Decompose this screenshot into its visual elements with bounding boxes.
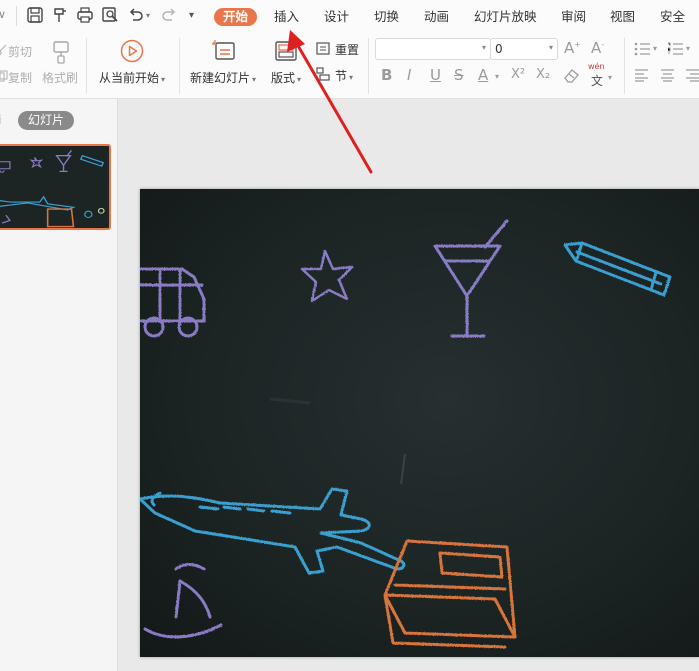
numbered-list-icon[interactable] [667, 42, 683, 59]
slide-canvas[interactable] [140, 189, 699, 657]
redo-icon[interactable] [160, 6, 178, 24]
align-right-icon[interactable] [686, 69, 699, 85]
play-icon[interactable] [120, 39, 144, 66]
divider [624, 38, 625, 94]
font-size-value: 0 [495, 42, 503, 56]
format-painter-button[interactable]: 格式刷 [42, 69, 78, 86]
print-icon[interactable] [76, 6, 94, 24]
tab-transitions[interactable]: 切换 [374, 8, 399, 26]
superscript-button[interactable]: X² [511, 67, 525, 82]
italic-button[interactable]: I [407, 66, 411, 84]
tab-design[interactable]: 设计 [324, 8, 349, 26]
underline-button[interactable]: U [430, 66, 441, 84]
divider [368, 38, 369, 94]
tab-view[interactable]: 视图 [610, 8, 635, 26]
decrease-font-icon[interactable]: A- [591, 39, 604, 57]
slides-tab[interactable]: 幻灯片 [18, 111, 75, 130]
bullet-list-icon[interactable] [634, 42, 650, 59]
chevron-down-icon: ▾ [349, 73, 354, 82]
divider [86, 38, 87, 94]
cut-button[interactable]: 剪切 [8, 43, 32, 60]
pinyin-guide-label: wén [588, 62, 605, 71]
slide-thumbnail[interactable] [0, 144, 111, 230]
truck-drawing [140, 267, 206, 338]
layout-button[interactable]: 版式 ▾ [271, 69, 301, 86]
format-painter-icon[interactable] [51, 6, 69, 24]
pencil-drawing [563, 241, 672, 297]
cut-icon[interactable] [0, 44, 8, 59]
menu-bar: ∨ ▾ ▾ 开始 插入 设计 切换 动画 幻灯片放映 审阅 视图 安全 [0, 0, 699, 34]
tab-insert[interactable]: 插入 [274, 8, 299, 26]
new-slide-icon[interactable] [211, 39, 237, 66]
chevron-icon[interactable]: ∨ [0, 8, 16, 26]
align-center-icon[interactable] [660, 69, 675, 85]
chevron-down-icon[interactable]: ▾ [686, 44, 690, 53]
chevron-down-icon: ▾ [297, 75, 302, 84]
play-from-current-button[interactable]: 从当前开始 ▾ [99, 69, 165, 86]
tab-slideshow[interactable]: 幻灯片放映 [474, 8, 537, 26]
tab-security[interactable]: 安全 [660, 8, 685, 26]
subscript-button[interactable]: X₂ [536, 67, 550, 82]
undo-dropdown-icon[interactable]: ▾ [146, 11, 150, 20]
book-drawing [383, 539, 517, 649]
layout-label: 版式 [271, 71, 296, 85]
font-name-select[interactable]: ▾ [375, 38, 491, 60]
divider [16, 6, 17, 26]
new-slide-button[interactable]: 新建幻灯片 ▾ [190, 69, 256, 86]
ribbon-toolbar: 剪切 复制 格式刷 从当前开始 ▾ 新建幻灯片 ▾ 版式 ▾ 重置 节 ▾ ▾ 0 ▾ … [0, 34, 699, 99]
chevron-down-icon[interactable]: ▾ [608, 73, 612, 82]
slide-thumbnail-drawing [0, 146, 109, 228]
tab-home[interactable]: 开始 [214, 8, 258, 26]
format-brush-icon[interactable] [50, 40, 72, 67]
star-drawing [300, 249, 354, 303]
font-size-select[interactable]: 0 ▾ [490, 38, 558, 60]
tab-animations[interactable]: 动画 [424, 8, 449, 26]
outline-tab[interactable]: i [0, 113, 1, 127]
copy-button[interactable]: 复制 [8, 69, 32, 86]
increase-font-icon[interactable]: A+ [564, 39, 581, 57]
chevron-down-icon[interactable]: ▾ [653, 44, 657, 53]
font-color-button[interactable]: A [478, 66, 488, 84]
airplane-drawing [140, 487, 406, 575]
save-icon[interactable] [26, 6, 44, 24]
reset-icon[interactable] [316, 41, 330, 58]
strikethrough-button[interactable]: S [454, 66, 464, 84]
chevron-down-icon[interactable]: ▾ [495, 72, 499, 81]
section-label: 节 [335, 69, 348, 83]
chalkboard-drawing [140, 219, 672, 649]
customize-icon[interactable]: ▾ [189, 10, 194, 21]
copy-icon[interactable] [0, 70, 8, 85]
chevron-down-icon: ▾ [481, 43, 486, 52]
tab-review[interactable]: 审阅 [561, 8, 586, 26]
chevron-down-icon: ▾ [252, 75, 257, 84]
divider [179, 38, 180, 94]
eraser-icon[interactable] [563, 68, 580, 86]
reset-button[interactable]: 重置 [335, 41, 359, 58]
align-left-icon[interactable] [634, 69, 649, 85]
chevron-down-icon: ▾ [548, 43, 553, 52]
sailboat-drawing [143, 563, 223, 639]
layout-icon[interactable] [274, 39, 298, 66]
bold-button[interactable]: B [381, 66, 392, 84]
undo-icon[interactable] [127, 6, 145, 24]
play-from-current-label: 从当前开始 [99, 71, 160, 85]
print-preview-icon[interactable] [101, 6, 119, 24]
cocktail-drawing [433, 219, 509, 338]
section-icon[interactable] [316, 67, 330, 84]
new-slide-label: 新建幻灯片 [190, 71, 251, 85]
section-button[interactable]: 节 ▾ [335, 67, 353, 84]
chevron-down-icon: ▾ [161, 75, 166, 84]
pinyin-guide-button[interactable]: 文 [591, 72, 603, 89]
